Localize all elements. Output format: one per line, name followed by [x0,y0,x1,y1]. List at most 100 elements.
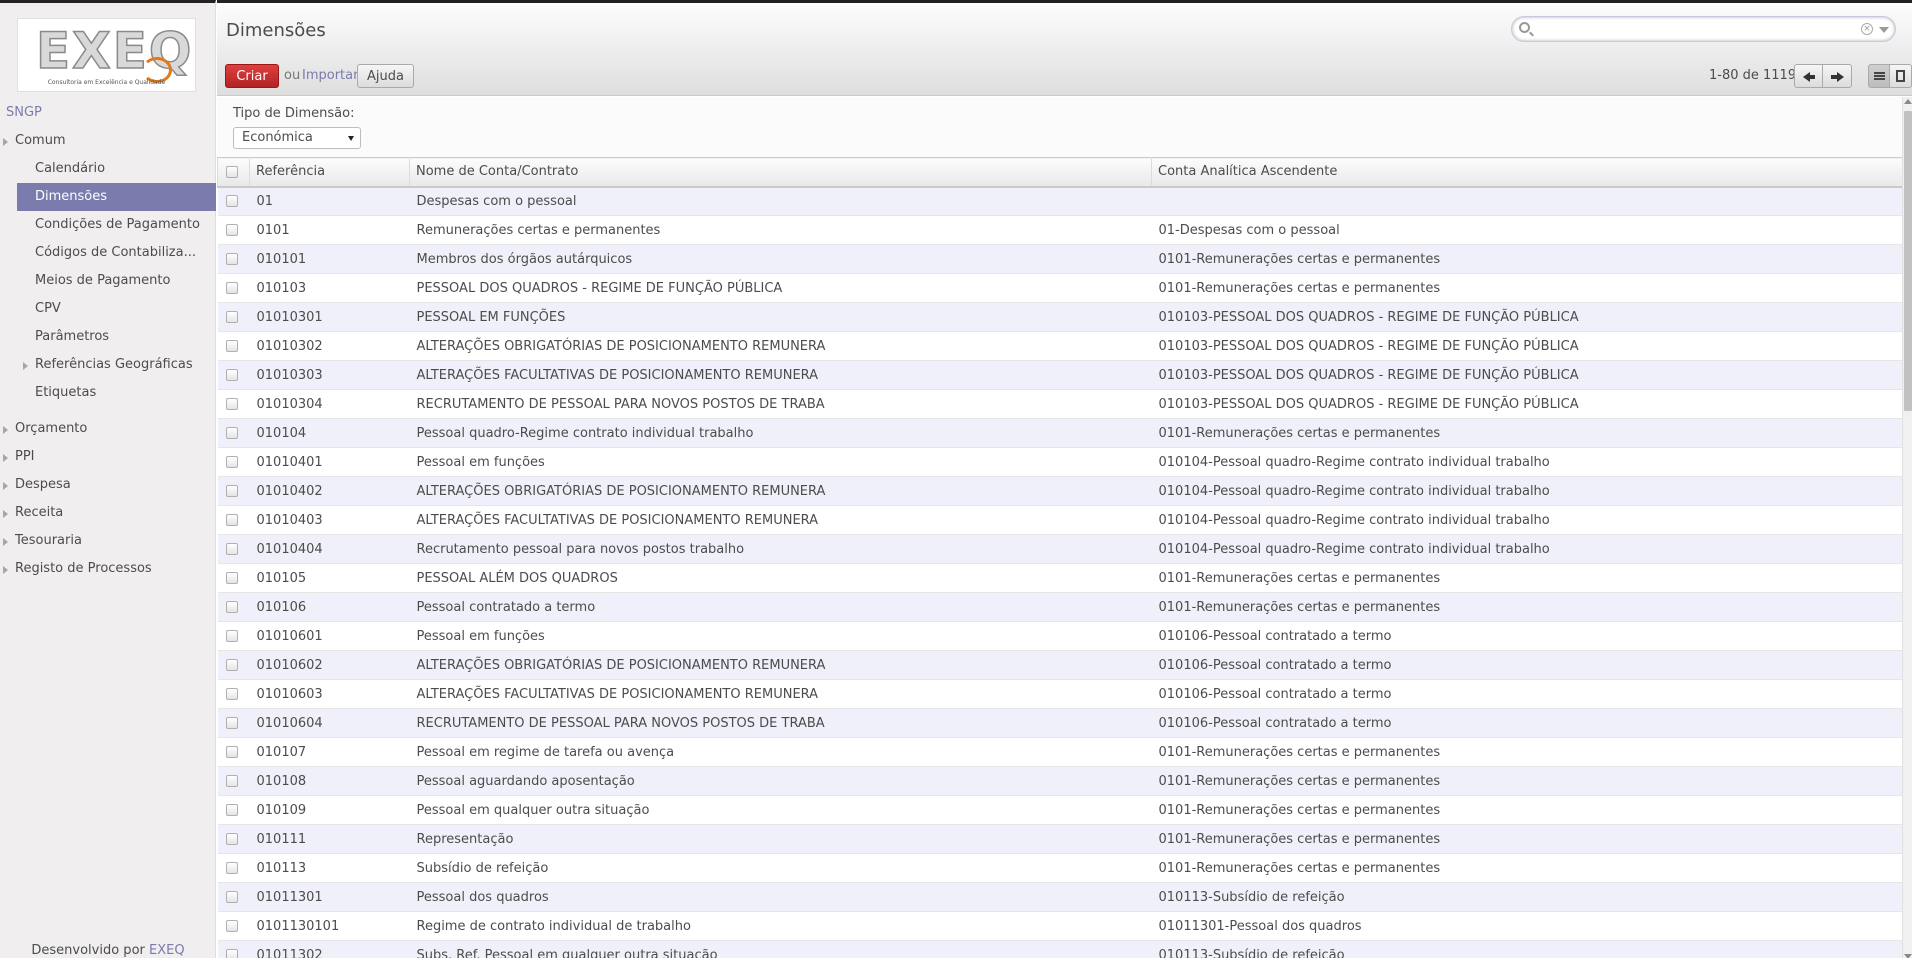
sidebar-item[interactable]: Comum [0,127,216,155]
row-checkbox[interactable] [225,630,238,642]
table-row[interactable]: 010108 Pessoal aguardando aposentação 0101… [217,766,1902,796]
sidebar-item[interactable]: CPV [0,295,216,323]
table-row[interactable]: 01010304 RECRUTAMENTO DE PESSOAL PARA NOV… [217,389,1902,419]
row-checkbox[interactable] [225,862,238,874]
dimension-type-select[interactable]: Económica [233,127,361,149]
scroll-thumb[interactable] [1904,111,1912,411]
scroll-up-icon[interactable] [1904,99,1912,104]
expand-triangle-icon[interactable] [3,482,8,490]
scroll-down-icon[interactable] [1904,954,1912,958]
sidebar-item[interactable]: Condições de Pagamento [0,211,216,239]
table-row[interactable]: 010107 Pessoal em regime de tarefa ou ave… [217,737,1902,767]
search-dropdown-icon[interactable] [1879,27,1889,33]
next-page-button[interactable] [1823,64,1852,88]
row-checkbox[interactable] [225,949,238,958]
table-row[interactable]: 01011301 Pessoal dos quadros 010113-Subsíd… [217,882,1902,912]
sidebar-item[interactable]: Etiquetas [0,379,216,407]
search-box[interactable]: × [1511,16,1896,42]
sidebar-item[interactable]: Referências Geográficas [0,351,216,379]
exeq-logo[interactable]: EXEQ Consultoria em Excelência e Qualida… [17,18,196,92]
table-row[interactable]: 01011302 Subs. Ref. Pessoal em qualquer o… [217,940,1902,958]
row-checkbox[interactable] [225,282,238,294]
table-row[interactable]: 0101130101 Regime de contrato individual … [217,911,1902,941]
list-view-button[interactable] [1868,64,1890,88]
column-header-account-name[interactable]: Nome de Conta/Contrato [409,157,1152,188]
column-header-reference[interactable]: Referência [249,157,410,188]
sidebar-item[interactable]: Despesa [0,471,216,499]
sidebar-item[interactable]: PPI [0,443,216,471]
sidebar-item[interactable]: Dimensões [17,183,216,211]
sidebar-item[interactable]: Meios de Pagamento [0,267,216,295]
row-checkbox[interactable] [225,543,238,555]
sidebar-item[interactable]: Códigos de Contabiliza... [0,239,216,267]
expand-triangle-icon[interactable] [3,454,8,462]
row-checkbox[interactable] [225,804,238,816]
row-checkbox[interactable] [225,369,238,381]
table-row[interactable]: 01010401 Pessoal em funções 010104-Pessoal… [217,447,1902,477]
row-checkbox[interactable] [225,224,238,236]
row-checkbox[interactable] [225,340,238,352]
table-row[interactable]: 01010302 ALTERAÇÕES OBRIGATÓRIAS DE POSIC… [217,331,1902,361]
expand-triangle-icon[interactable] [3,426,8,434]
table-row[interactable]: 01010303 ALTERAÇÕES FACULTATIVAS DE POSIC… [217,360,1902,390]
import-link[interactable]: Importar [302,68,358,83]
table-row[interactable]: 010106 Pessoal contratado a termo 0101-Rem… [217,592,1902,622]
row-checkbox[interactable] [225,195,238,208]
row-checkbox[interactable] [225,311,238,323]
sidebar-item[interactable]: Registo de Processos [0,555,216,583]
form-view-button[interactable] [1890,64,1912,88]
sidebar-item[interactable]: Receita [0,499,216,527]
table-row[interactable]: 010104 Pessoal quadro-Regime contrato ind… [217,418,1902,448]
table-row[interactable]: 01010602 ALTERAÇÕES OBRIGATÓRIAS DE POSIC… [217,650,1902,680]
sidebar-item[interactable]: Calendário [0,155,216,183]
row-checkbox[interactable] [225,775,238,787]
footer-brand-link[interactable]: EXEQ [149,943,185,958]
expand-triangle-icon[interactable] [3,138,8,146]
row-checkbox[interactable] [225,833,238,845]
row-checkbox[interactable] [225,514,238,526]
sidebar-item[interactable]: Parâmetros [0,323,216,351]
table-row[interactable]: 01010402 ALTERAÇÕES OBRIGATÓRIAS DE POSIC… [217,476,1902,506]
table-row[interactable]: 01010604 RECRUTAMENTO DE PESSOAL PARA NOV… [217,708,1902,738]
row-checkbox[interactable] [225,920,238,932]
previous-page-button[interactable] [1794,64,1823,88]
row-checkbox[interactable] [225,717,238,729]
row-checkbox[interactable] [225,572,238,584]
search-input[interactable] [1535,20,1855,38]
table-row[interactable]: 01010404 Recrutamento pessoal para novos … [217,534,1902,564]
column-header-parent-account[interactable]: Conta Analítica Ascendente [1151,157,1902,188]
row-checkbox[interactable] [225,456,238,468]
expand-triangle-icon[interactable] [3,566,8,574]
table-row[interactable]: 01010603 ALTERAÇÕES FACULTATIVAS DE POSIC… [217,679,1902,709]
table-row[interactable]: 010105 PESSOAL ALÉM DOS QUADROS 0101-Remun… [217,563,1902,593]
clear-search-icon[interactable]: × [1861,23,1873,35]
vertical-scrollbar[interactable] [1902,97,1912,958]
pager-value[interactable]: 1-80 de 1119 [1709,68,1796,83]
row-checkbox[interactable] [225,891,238,903]
sidebar-item[interactable]: Tesouraria [0,527,216,555]
table-row[interactable]: 01010601 Pessoal em funções 010106-Pessoal… [217,621,1902,651]
table-row[interactable]: 01010301 PESSOAL EM FUNÇÕES 010103-PESSOAL… [217,302,1902,332]
table-row[interactable]: 010111 Representação 0101-Remunerações cer… [217,824,1902,854]
table-row[interactable]: 01 Despesas com o pessoal [217,186,1902,216]
create-button[interactable]: Criar [225,64,279,88]
table-row[interactable]: 010109 Pessoal em qualquer outra situação… [217,795,1902,825]
row-checkbox[interactable] [225,427,238,439]
row-checkbox[interactable] [225,398,238,410]
table-row[interactable]: 010113 Subsídio de refeição 0101-Remuneraç… [217,853,1902,883]
help-button[interactable]: Ajuda [357,64,414,88]
select-all-checkbox[interactable] [226,165,238,178]
row-checkbox[interactable] [225,688,238,700]
row-checkbox[interactable] [225,659,238,671]
row-checkbox[interactable] [225,485,238,497]
row-checkbox[interactable] [225,601,238,613]
row-checkbox[interactable] [225,746,238,758]
expand-triangle-icon[interactable] [3,538,8,546]
table-row[interactable]: 0101 Remunerações certas e permanentes 01-… [217,215,1902,245]
table-row[interactable]: 01010403 ALTERAÇÕES FACULTATIVAS DE POSIC… [217,505,1902,535]
row-checkbox[interactable] [225,253,238,265]
expand-triangle-icon[interactable] [23,362,28,370]
sidebar-item[interactable]: Orçamento [0,415,216,443]
expand-triangle-icon[interactable] [3,510,8,518]
table-row[interactable]: 010101 Membros dos órgãos autárquicos 0101… [217,244,1902,274]
